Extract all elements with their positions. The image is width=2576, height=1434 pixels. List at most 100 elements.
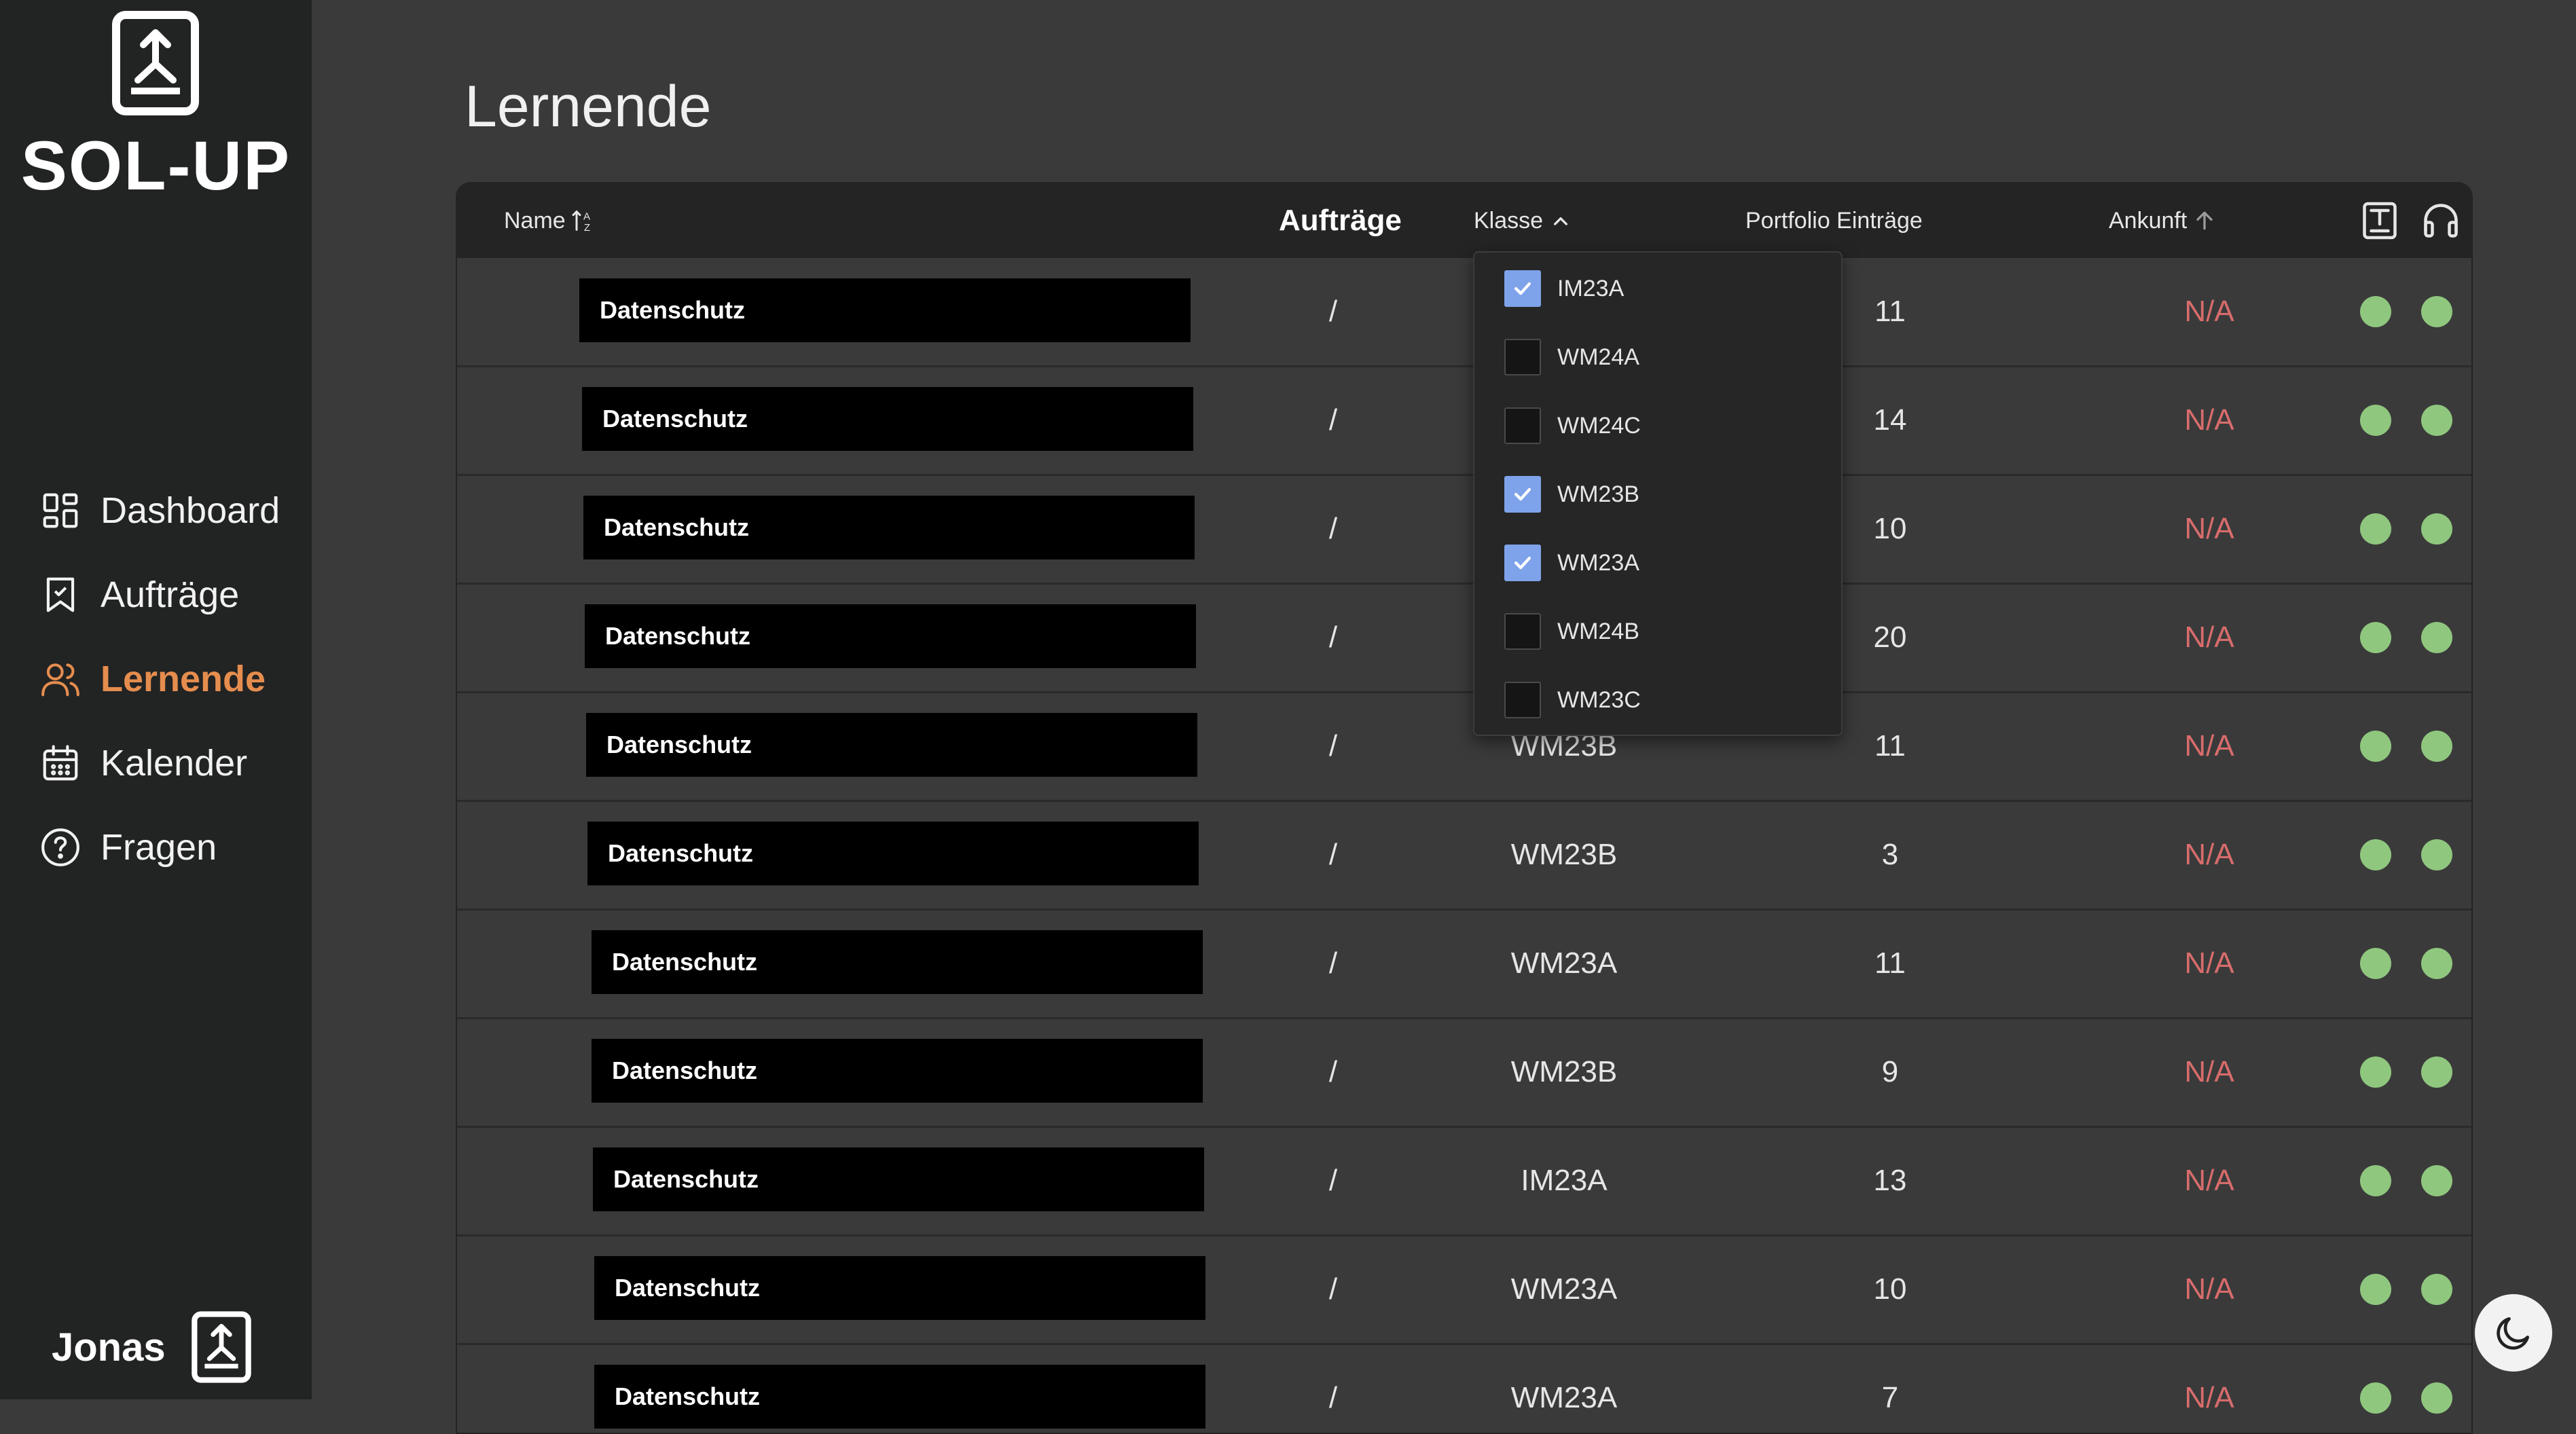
column-label: Klasse xyxy=(1474,207,1544,234)
checkbox[interactable] xyxy=(1504,613,1541,650)
check-icon xyxy=(1514,282,1531,295)
learner-name[interactable]: Datenschutz xyxy=(592,1039,1203,1103)
learner-name[interactable]: Datenschutz xyxy=(583,496,1195,559)
checkbox[interactable] xyxy=(1504,270,1541,307)
portfolio-cell: 10 xyxy=(1873,512,1907,545)
checkbox[interactable] xyxy=(1504,407,1541,444)
auftraege-cell: / xyxy=(1328,403,1338,437)
audio-status-dot xyxy=(2421,405,2452,436)
learner-name[interactable]: Datenschutz xyxy=(579,278,1191,342)
logo-icon[interactable] xyxy=(111,10,200,117)
class-filter-option[interactable]: IM23A xyxy=(1504,269,1624,308)
option-label: WM24A xyxy=(1557,344,1639,370)
table-row[interactable]: Datenschutz / 14 N/A xyxy=(457,367,2471,476)
audio-status-dot xyxy=(2421,1274,2452,1305)
sidebar: SOL-UP Dashboard Aufträge Lernende Kalen… xyxy=(0,0,312,1399)
learner-name[interactable]: Datenschutz xyxy=(594,1256,1205,1320)
portfolio-cell: 14 xyxy=(1873,403,1907,437)
sidebar-item-label: Fragen xyxy=(101,827,217,868)
portfolio-cell: 3 xyxy=(1881,838,1899,871)
table-row[interactable]: Datenschutz / 10 N/A xyxy=(457,475,2471,585)
name-column-header[interactable]: Name A Z xyxy=(504,183,597,258)
option-label: IM23A xyxy=(1557,275,1625,301)
learner-name[interactable]: Datenschutz xyxy=(582,387,1193,451)
audio-status-dot xyxy=(2421,731,2452,762)
ankunft-cell: N/A xyxy=(2184,512,2234,545)
table-row[interactable]: Datenschutz / WM23B 9 N/A xyxy=(457,1018,2471,1128)
table-row[interactable]: Datenschutz / WM23A 11 N/A xyxy=(457,910,2471,1019)
klasse-cell: WM23B xyxy=(1510,838,1618,871)
learner-name[interactable]: Datenschutz xyxy=(587,822,1199,885)
ankunft-cell: N/A xyxy=(2184,1164,2234,1197)
ankunft-cell: N/A xyxy=(2184,295,2234,328)
audio-status-dot xyxy=(2421,948,2452,979)
portfolio-column-header[interactable]: Portfolio Einträge xyxy=(1745,183,1923,258)
users-icon xyxy=(41,663,79,697)
user-profile[interactable]: Jonas xyxy=(52,1310,253,1384)
text-column-header[interactable] xyxy=(2355,183,2400,258)
learner-name[interactable]: Datenschutz xyxy=(593,1147,1204,1211)
ankunft-column-header[interactable]: Ankunft xyxy=(2109,183,2218,258)
class-filter-option[interactable]: WM23A xyxy=(1504,543,1639,583)
auftraege-cell: / xyxy=(1328,729,1338,762)
class-filter-option[interactable]: WM24A xyxy=(1504,337,1639,377)
page-title: Lernende xyxy=(465,73,712,139)
calendar-icon xyxy=(43,745,78,781)
check-icon xyxy=(1514,488,1531,501)
table-row[interactable]: Datenschutz / 20 N/A xyxy=(457,584,2471,693)
sidebar-nav: Dashboard Aufträge Lernende Kalender Fra… xyxy=(39,468,280,889)
table-row[interactable]: Datenschutz / 11 N/A xyxy=(457,258,2471,367)
option-label: WM23C xyxy=(1557,686,1641,713)
learner-name[interactable]: Datenschutz xyxy=(586,713,1197,777)
auftraege-cell: / xyxy=(1328,946,1338,980)
table-row[interactable]: Datenschutz / WM23A 10 N/A xyxy=(457,1236,2471,1345)
learner-name[interactable]: Datenschutz xyxy=(585,604,1196,668)
table-row[interactable]: Datenschutz / IM23A 13 N/A xyxy=(457,1127,2471,1236)
audio-status-dot xyxy=(2421,513,2452,545)
learner-name[interactable]: Datenschutz xyxy=(592,930,1203,994)
bookmark-icon xyxy=(46,577,75,612)
table-row[interactable]: Datenschutz / WM23B 11 N/A xyxy=(457,693,2471,802)
class-filter-option[interactable]: WM23C xyxy=(1504,680,1641,720)
option-label: WM23A xyxy=(1557,549,1639,576)
dashboard-icon xyxy=(43,493,78,528)
text-status-dot xyxy=(2360,1382,2391,1414)
checkbox[interactable] xyxy=(1504,339,1541,375)
class-filter-option[interactable]: WM24C xyxy=(1504,406,1641,445)
audio-column-header[interactable] xyxy=(2416,183,2461,258)
sidebar-item-fragen[interactable]: Fragen xyxy=(39,805,280,889)
checkbox[interactable] xyxy=(1504,545,1541,581)
ankunft-cell: N/A xyxy=(2184,403,2234,437)
ankunft-cell: N/A xyxy=(2184,946,2234,980)
class-filter-dropdown: IM23A WM24A WM24C WM23B WM23A WM24B WM23C xyxy=(1473,251,1843,736)
svg-text:A: A xyxy=(583,210,590,222)
moon-icon xyxy=(2497,1317,2529,1350)
theme-toggle-button[interactable] xyxy=(2475,1294,2552,1372)
table-row[interactable]: Datenschutz / WM23A 7 N/A xyxy=(457,1344,2471,1433)
auftraege-cell: / xyxy=(1328,1164,1338,1197)
auftraege-cell: / xyxy=(1328,1381,1338,1414)
sidebar-item-lernende[interactable]: Lernende xyxy=(39,637,280,721)
class-filter-option[interactable]: WM24B xyxy=(1504,612,1639,651)
text-status-dot xyxy=(2360,513,2391,545)
checkbox[interactable] xyxy=(1504,682,1541,718)
klasse-cell: WM23B xyxy=(1510,1055,1618,1088)
table-row[interactable]: Datenschutz / WM23B 3 N/A xyxy=(457,801,2471,911)
checkbox[interactable] xyxy=(1504,476,1541,513)
ankunft-cell: N/A xyxy=(2184,838,2234,871)
sidebar-item-kalender[interactable]: Kalender xyxy=(39,721,280,805)
learner-name[interactable]: Datenschutz xyxy=(594,1365,1205,1429)
class-filter-option[interactable]: WM23B xyxy=(1504,475,1639,514)
portfolio-cell: 13 xyxy=(1873,1164,1907,1197)
arrow-up-icon xyxy=(2196,211,2213,230)
auftraege-cell: / xyxy=(1328,838,1338,871)
text-status-dot xyxy=(2360,731,2391,762)
text-format-icon xyxy=(2363,202,2397,240)
sidebar-item-dashboard[interactable]: Dashboard xyxy=(39,468,280,553)
auftraege-cell: / xyxy=(1328,1055,1338,1088)
klasse-column-header[interactable]: Klasse xyxy=(1474,183,1574,258)
sidebar-item-label: Dashboard xyxy=(101,490,280,531)
sidebar-item-auftraege[interactable]: Aufträge xyxy=(39,553,280,637)
portfolio-cell: 9 xyxy=(1881,1055,1899,1088)
auftraege-column-header[interactable]: Aufträge xyxy=(1279,183,1402,258)
